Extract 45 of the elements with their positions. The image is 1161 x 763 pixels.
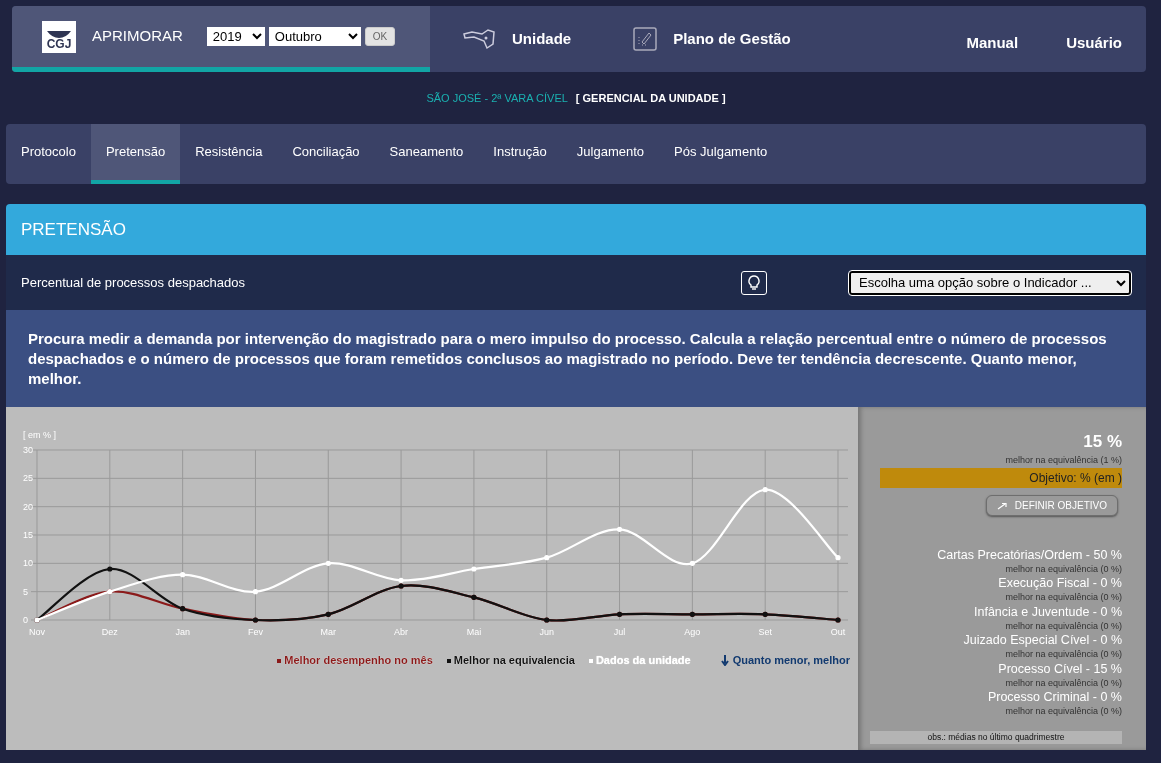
category-value: Processo Criminal - 0 % xyxy=(986,690,1122,706)
x-tick-label: Mai xyxy=(466,626,482,637)
legend-item: Dados da unidade xyxy=(588,651,691,669)
axis-unit-label: [ em % ] xyxy=(23,429,56,440)
x-tick-label: Ago xyxy=(684,626,701,637)
best-value: melhor na equivalência (1 %) xyxy=(1004,454,1122,468)
x-tick-label: Dez xyxy=(101,626,118,637)
category-value: Infância e Juventude - 0 % xyxy=(973,604,1122,620)
objective-bar: Objetivo: % (em ) xyxy=(880,467,1122,488)
app-name: APRIMORAR xyxy=(92,26,183,47)
x-tick-label: Out xyxy=(830,626,846,637)
y-tick-label: 25 xyxy=(23,473,33,484)
x-tick-label: Mar xyxy=(320,626,336,637)
y-tick-label: 15 xyxy=(23,529,33,540)
footnote: obs.: médias no último quadrimestre xyxy=(870,730,1122,744)
legend-item: Melhor na equivalencia xyxy=(446,651,575,669)
logo: CGJ xyxy=(42,20,76,53)
direction-note: Quanto menor, melhor xyxy=(720,651,850,669)
unit-name: SÃO JOSÉ - 2ª VARA CÍVEL xyxy=(426,90,568,106)
x-tick-label: Set xyxy=(758,626,772,637)
y-tick-label: 30 xyxy=(23,444,33,455)
best-value: melhor na equivalência (0 %) xyxy=(1004,619,1122,633)
section-title: PRETENSÃO xyxy=(21,218,126,241)
best-value: melhor na equivalência (0 %) xyxy=(1004,676,1122,690)
description-text: Procura medir a demanda por intervenção do magistrado para o mero impulso do processo. Calcula a relação percentual entre o número de processos despachados e o número de processos que foram remetidos conclusos ao magistrado no período. Deve ter tendência decrescente. Quanto menor, melhor. xyxy=(28,329,1108,389)
x-tick-label: Nov xyxy=(29,626,45,637)
y-tick-label: 10 xyxy=(23,558,33,569)
summary-value: 15 % xyxy=(1082,430,1122,453)
category-value: Processo Cível - 15 % xyxy=(997,661,1122,677)
x-tick-label: Jun xyxy=(539,626,554,637)
category-value: Execução Fiscal - 0 % xyxy=(997,576,1122,592)
best-value: melhor na equivalência (0 %) xyxy=(1004,562,1122,576)
x-tick-label: Fev xyxy=(247,626,263,637)
indicator-name: Percentual de processos despachados xyxy=(21,273,246,292)
y-tick-label: 5 xyxy=(23,586,28,597)
best-value: melhor na equivalência (0 %) xyxy=(1004,648,1122,662)
view-label: [ GERENCIAL DA UNIDADE ] xyxy=(575,90,726,106)
y-tick-label: 20 xyxy=(23,501,33,512)
x-tick-label: Jul xyxy=(613,626,626,637)
x-tick-label: Jan xyxy=(175,626,190,637)
legend-item: Melhor desempenho no mês xyxy=(277,651,433,669)
category-value: Cartas Precatórias/Ordem - 50 % xyxy=(936,547,1122,563)
best-value: melhor na equivalência (0 %) xyxy=(1004,705,1122,719)
best-value: melhor na equivalência (0 %) xyxy=(1004,591,1122,605)
category-value: Juizado Especial Cível - 0 % xyxy=(962,633,1122,649)
